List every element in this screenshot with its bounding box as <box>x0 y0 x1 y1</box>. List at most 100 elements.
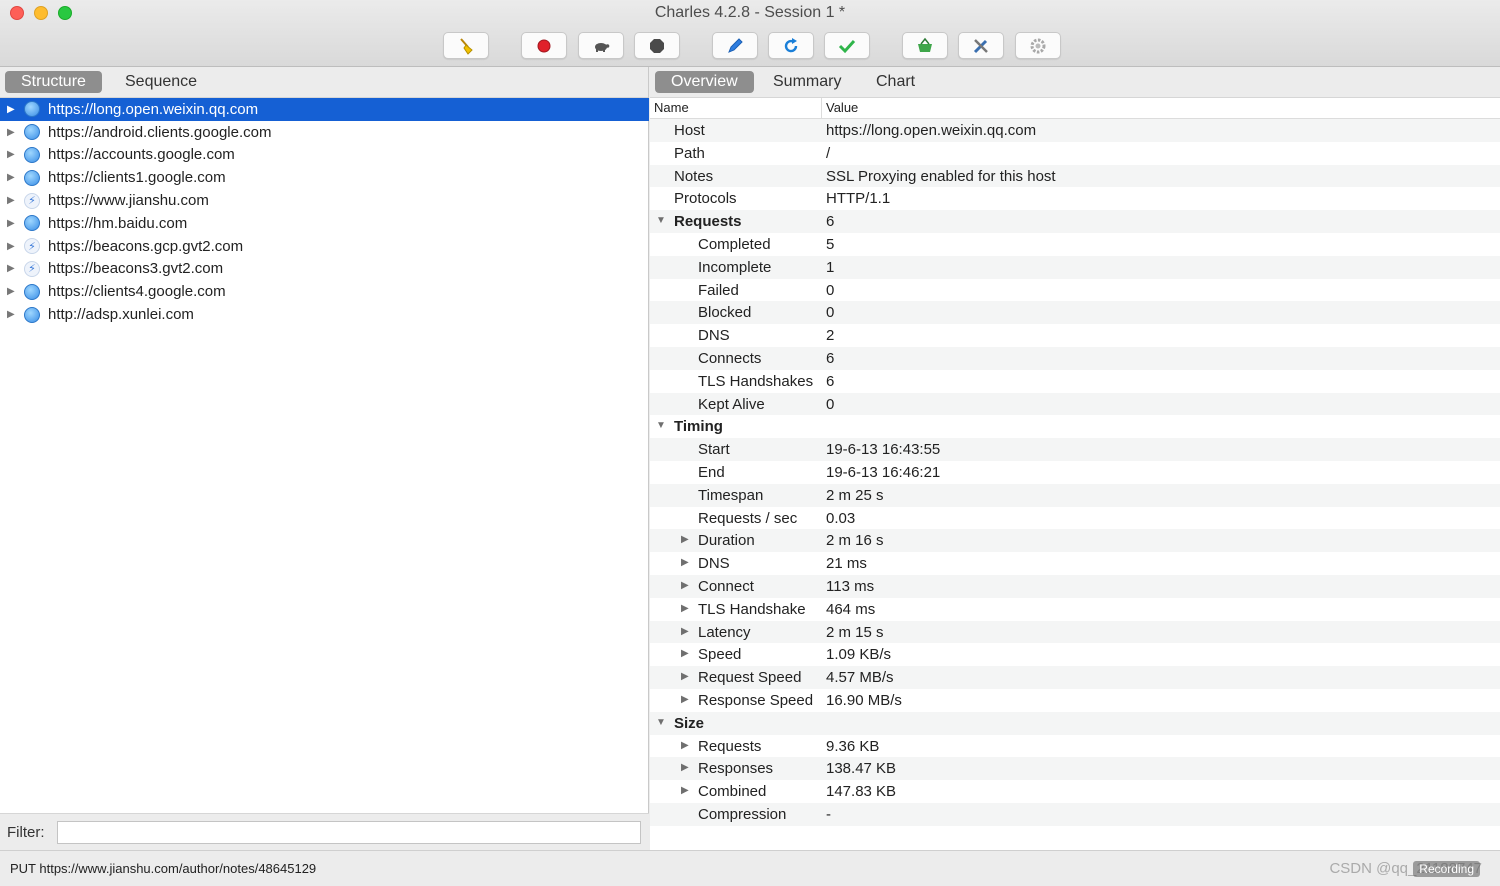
host-row[interactable]: ▶ https://android.clients.google.com <box>0 121 649 144</box>
property-row[interactable]: ▶ DNS 21 ms <box>650 552 1500 575</box>
property-value: 147.83 KB <box>826 783 897 801</box>
settings-button[interactable] <box>1015 32 1061 59</box>
column-header: Name Value <box>650 98 1500 119</box>
tab-summary[interactable]: Summary <box>757 71 857 93</box>
expand-triangle-icon[interactable]: ▶ <box>681 534 689 545</box>
property-row[interactable]: ▶ Requests 9.36 KB <box>650 735 1500 758</box>
collapse-triangle-icon[interactable]: ▼ <box>656 215 666 226</box>
column-value-header[interactable]: Value <box>826 100 858 115</box>
group-row[interactable]: ▼ Requests 6 <box>650 210 1500 233</box>
property-row[interactable]: ▶ Duration 2 m 16 s <box>650 529 1500 553</box>
expand-triangle-icon[interactable]: ▶ <box>7 172 15 183</box>
property-value: 113 ms <box>826 578 875 595</box>
property-row[interactable]: Kept Alive 0 <box>650 392 1500 416</box>
host-row[interactable]: ▶ https://accounts.google.com <box>0 144 649 167</box>
property-row[interactable]: Host https://long.open.weixin.qq.com <box>650 119 1500 142</box>
property-row[interactable]: ▶ Combined 147.83 KB <box>650 780 1500 803</box>
collapse-triangle-icon[interactable]: ▼ <box>656 420 666 431</box>
tab-overview[interactable]: Overview <box>655 71 754 93</box>
property-row[interactable]: TLS Handshakes 6 <box>650 370 1500 393</box>
expand-triangle-icon[interactable]: ▶ <box>7 195 15 206</box>
property-row[interactable]: Protocols HTTP/1.1 <box>650 187 1500 210</box>
property-row[interactable]: Incomplete 1 <box>650 255 1500 279</box>
property-row[interactable]: ▶ Request Speed 4.57 MB/s <box>650 666 1500 689</box>
property-row[interactable]: ▶ Responses 138.47 KB <box>650 757 1500 781</box>
collapse-triangle-icon[interactable]: ▼ <box>656 717 666 728</box>
expand-triangle-icon[interactable]: ▶ <box>681 694 689 705</box>
expand-triangle-icon[interactable]: ▶ <box>681 671 689 682</box>
column-divider[interactable] <box>821 98 822 119</box>
host-row[interactable]: ▶ ⚡ https://beacons.gcp.gvt2.com <box>0 235 649 258</box>
property-row[interactable]: Connects 6 <box>650 347 1500 370</box>
expand-triangle-icon[interactable]: ▶ <box>681 603 689 614</box>
throttle-button[interactable] <box>578 32 624 59</box>
record-button[interactable] <box>521 32 567 59</box>
expand-triangle-icon[interactable]: ▶ <box>681 626 689 637</box>
property-row[interactable]: ▶ TLS Handshake 464 ms <box>650 598 1500 621</box>
breakpoints-button[interactable] <box>634 32 680 59</box>
expand-triangle-icon[interactable]: ▶ <box>681 785 689 796</box>
tab-chart[interactable]: Chart <box>860 71 931 93</box>
expand-triangle-icon[interactable]: ▶ <box>681 740 689 751</box>
property-value: 9.36 KB <box>826 737 880 755</box>
host-row[interactable]: ▶ https://clients1.google.com <box>0 166 649 189</box>
property-row[interactable]: Requests / sec 0.03 <box>650 507 1500 530</box>
group-row[interactable]: ▼ Size <box>650 711 1500 735</box>
property-row[interactable]: Completed 5 <box>650 233 1500 256</box>
expand-triangle-icon[interactable]: ▶ <box>7 263 15 274</box>
compose-button[interactable] <box>712 32 758 59</box>
property-name: DNS <box>698 555 730 573</box>
expand-triangle-icon[interactable]: ▶ <box>7 127 15 138</box>
settings-gear-icon <box>1030 38 1046 53</box>
property-row[interactable]: ▶ Speed 1.09 KB/s <box>650 643 1500 666</box>
column-name-header[interactable]: Name <box>654 100 689 115</box>
basket-button[interactable] <box>902 32 948 59</box>
property-value: 6 <box>826 213 835 231</box>
property-value: 2 m 15 s <box>826 623 884 641</box>
property-name: Notes <box>674 167 714 185</box>
property-row[interactable]: DNS 2 <box>650 324 1500 347</box>
expand-triangle-icon[interactable]: ▶ <box>681 648 689 659</box>
validate-button[interactable] <box>824 32 870 59</box>
expand-triangle-icon[interactable]: ▶ <box>7 241 15 252</box>
group-row[interactable]: ▼ Timing <box>650 415 1500 438</box>
property-row[interactable]: Blocked 0 <box>650 301 1500 325</box>
property-name: Size <box>674 714 705 732</box>
expand-triangle-icon[interactable]: ▶ <box>7 309 15 320</box>
expand-triangle-icon[interactable]: ▶ <box>681 580 689 591</box>
property-row[interactable]: Start 19-6-13 16:43:55 <box>650 438 1500 461</box>
host-row[interactable]: ▶ ⚡ https://www.jianshu.com <box>0 189 649 212</box>
host-row[interactable]: ▶ https://long.open.weixin.qq.com <box>0 98 649 121</box>
property-name: Timing <box>674 418 723 436</box>
property-row[interactable]: Path / <box>650 142 1500 165</box>
property-row[interactable]: Timespan 2 m 25 s <box>650 483 1500 507</box>
property-row[interactable]: ▶ Latency 2 m 15 s <box>650 620 1500 644</box>
property-value: 138.47 KB <box>826 760 897 778</box>
host-url: https://www.jianshu.com <box>48 192 209 210</box>
property-value: 4.57 MB/s <box>826 669 894 687</box>
property-name: Requests <box>674 213 742 231</box>
expand-triangle-icon[interactable]: ▶ <box>7 104 15 115</box>
tab-sequence[interactable]: Sequence <box>109 71 213 93</box>
expand-triangle-icon[interactable]: ▶ <box>7 149 15 160</box>
property-row[interactable]: Notes SSL Proxying enabled for this host <box>650 164 1500 188</box>
host-row[interactable]: ▶ http://adsp.xunlei.com <box>0 303 649 326</box>
expand-triangle-icon[interactable]: ▶ <box>7 286 15 297</box>
host-row[interactable]: ▶ https://hm.baidu.com <box>0 212 649 235</box>
expand-triangle-icon[interactable]: ▶ <box>681 762 689 773</box>
property-row[interactable]: Compression - <box>650 803 1500 826</box>
property-row[interactable]: End 19-6-13 16:46:21 <box>650 461 1500 484</box>
tools-button[interactable] <box>958 32 1004 59</box>
filter-input[interactable] <box>57 821 641 844</box>
property-row[interactable]: Failed 0 <box>650 279 1500 302</box>
property-value: https://long.open.weixin.qq.com <box>826 122 1037 139</box>
expand-triangle-icon[interactable]: ▶ <box>7 218 15 229</box>
clear-session-button[interactable] <box>443 32 489 59</box>
property-row[interactable]: ▶ Response Speed 16.90 MB/s <box>650 689 1500 712</box>
tab-structure[interactable]: Structure <box>5 71 102 93</box>
repeat-button[interactable] <box>768 32 814 59</box>
host-row[interactable]: ▶ ⚡ https://beacons3.gvt2.com <box>0 258 649 281</box>
expand-triangle-icon[interactable]: ▶ <box>681 557 689 568</box>
property-row[interactable]: ▶ Connect 113 ms <box>650 575 1500 598</box>
host-row[interactable]: ▶ https://clients4.google.com <box>0 280 649 303</box>
